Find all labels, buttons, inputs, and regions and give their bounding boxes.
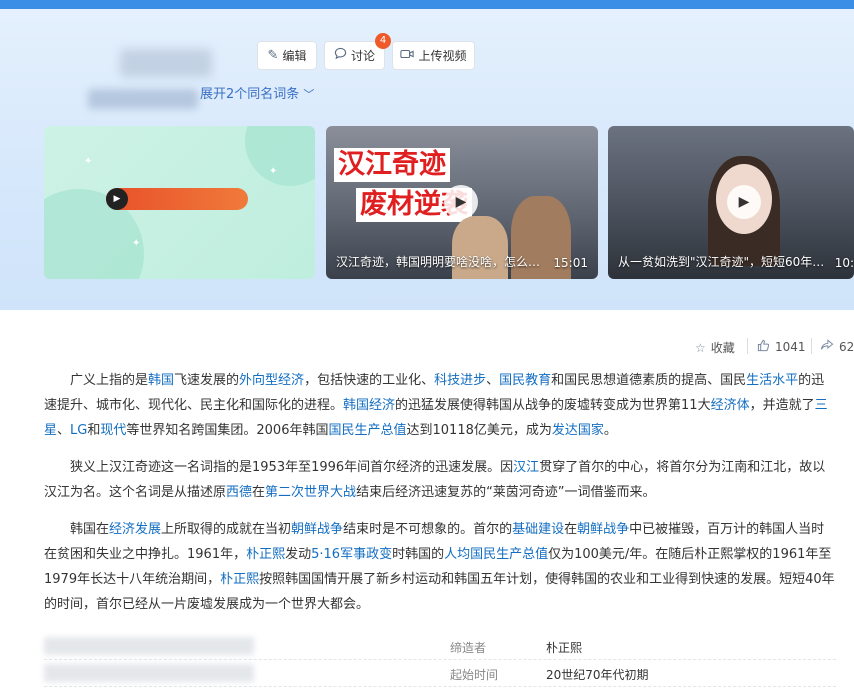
video-duration: 15:01	[553, 256, 588, 270]
inline-link[interactable]: 朝鲜战争	[291, 522, 343, 537]
expand-homonyms-label: 展开2个同名词条	[200, 87, 300, 102]
pencil-icon: ✎	[267, 48, 279, 63]
paragraph-text: 发动	[285, 547, 312, 562]
inline-link[interactable]: 生活水平	[746, 373, 798, 388]
paragraph-text: 和	[87, 423, 101, 438]
expand-homonyms-link[interactable]: 展开2个同名词条 ﹀	[200, 83, 314, 102]
paragraph-text: 和国民思想道德素质的提高、国民	[551, 373, 747, 388]
blurred-subtitle	[88, 89, 198, 109]
paragraph-text: 等世界知名跨国集团。2006年韩国	[126, 423, 329, 438]
inline-link[interactable]: 经济发展	[109, 522, 161, 537]
divider	[811, 338, 812, 354]
paragraph-text: 在	[252, 485, 266, 500]
inline-link[interactable]: 外向型经济	[239, 373, 304, 388]
video-card-1[interactable]: ✦ ✦ ✦ ▶	[44, 126, 315, 279]
discuss-label: 讨论	[350, 49, 375, 63]
paragraph-2: 狭义上汉江奇迹这一名词指的是1953年至1996年间首尔经济的迅速发展。因汉江贯…	[44, 455, 836, 505]
paragraph-text: 狭义上汉江奇迹这一名词指的是1953年至1996年间首尔经济的迅速发展。因	[70, 460, 514, 475]
inline-link[interactable]: 朴正熙	[246, 547, 285, 562]
play-icon: ▶	[727, 185, 761, 219]
info-value-link[interactable]: 朴正熙	[546, 639, 582, 656]
paragraph-text: 结束后经济迅速复苏的“莱茵河奇迹”一词借鉴而来。	[356, 485, 656, 500]
inline-link[interactable]: 国民生产总值	[328, 423, 406, 438]
inline-link[interactable]: 基础建设	[512, 522, 564, 537]
paragraph-text: 的迅猛发展使得韩国从战争的废墟转变成为世界第11大	[395, 398, 711, 413]
paragraph-1: 广义上指的是韩国飞速发展的外向型经济，包括快速的工业化、科技进步、国民教育和国民…	[44, 368, 836, 443]
share-icon	[820, 339, 834, 354]
discuss-count-badge: 4	[375, 33, 391, 49]
paragraph-text: 在	[564, 522, 578, 537]
inline-link[interactable]: 5·16军事政变	[311, 547, 392, 562]
inline-link[interactable]: 经济体	[711, 398, 750, 413]
like-button[interactable]: 1041	[757, 339, 806, 355]
inline-link[interactable]: 第二次世界大战	[265, 485, 356, 500]
inline-link[interactable]: 汉江	[513, 460, 539, 475]
play-icon: ▶	[106, 188, 128, 210]
blurred-cell	[44, 637, 254, 655]
blurred-cell	[44, 664, 254, 682]
inline-link[interactable]: 朴正熙	[220, 572, 259, 587]
paragraph-text: ，包括快速的工业化、	[304, 373, 435, 388]
sparkle-icon: ✦	[269, 166, 278, 177]
favorite-button[interactable]: ☆ 收藏	[695, 339, 735, 356]
video-caption: 从一贫如洗到"汉江奇迹"，短短60年…	[618, 255, 825, 269]
video-caption: 汉江奇迹，韩国明明要啥没啥，怎么…	[336, 255, 541, 269]
divider	[747, 338, 748, 354]
inline-link[interactable]: 现代	[100, 423, 126, 438]
chevron-down-icon: ﹀	[303, 88, 315, 101]
paragraph-text: 、	[486, 373, 500, 388]
inline-link[interactable]: LG	[70, 423, 87, 438]
paragraph-text: 上所取得的成就在当初	[161, 522, 292, 537]
top-accent-bar	[0, 0, 854, 9]
info-key: 缔造者	[450, 641, 487, 655]
paragraph-text: 韩国在	[70, 522, 110, 537]
blurred-title	[120, 49, 212, 77]
like-count: 1041	[775, 340, 806, 354]
video-duration: 10:	[834, 256, 854, 270]
paragraph-text: 结束时是不可想象的。首尔的	[343, 522, 513, 537]
edit-label: 编辑	[282, 49, 307, 63]
paragraph-text: 时韩国的	[392, 547, 445, 562]
share-count: 62	[839, 339, 854, 354]
thumbs-up-icon	[757, 339, 770, 355]
paragraph-text: ，并造就了	[749, 398, 815, 413]
inline-link[interactable]: 韩国经济	[343, 398, 395, 413]
decorative-blob	[245, 126, 315, 186]
play-icon: ▶	[444, 185, 478, 219]
paragraph-text: 广义上指的是	[70, 373, 149, 388]
video-card-3[interactable]: ▶ 从一贫如洗到"汉江奇迹"，短短60年… 10:	[608, 126, 854, 279]
paragraph-text: 。	[603, 423, 617, 438]
chat-bubble-icon	[334, 47, 347, 64]
sparkle-icon: ✦	[84, 156, 93, 167]
inline-link[interactable]: 韩国	[148, 373, 174, 388]
info-value: 20世纪70年代初期	[546, 668, 649, 682]
info-row: 缔造者 朴正熙	[44, 633, 836, 660]
paragraph-text: 、	[57, 423, 71, 438]
video-headline: 汉江奇迹	[334, 148, 450, 182]
share-button[interactable]: 62	[820, 339, 854, 354]
edit-button[interactable]: ✎ 编辑	[257, 41, 317, 70]
paragraph-3: 韩国在经济发展上所取得的成就在当初朝鲜战争结束时是不可想象的。首尔的基础建设在朝…	[44, 517, 836, 617]
info-key: 起始时间	[450, 668, 499, 682]
video-card-2[interactable]: 汉江奇迹 废材逆袭 ▶ 汉江奇迹，韩国明明要啥没啥，怎么… 15:01	[326, 126, 598, 279]
inline-link[interactable]: 朝鲜战争	[577, 522, 629, 537]
upload-video-button[interactable]: 上传视频	[392, 41, 475, 70]
upload-video-label: 上传视频	[418, 49, 467, 63]
paragraph-text: 飞速发展的	[174, 373, 240, 388]
sparkle-icon: ✦	[132, 238, 141, 249]
favorite-label: 收藏	[710, 341, 735, 355]
info-table: 缔造者 朴正熙 起始时间 20世纪70年代初期	[44, 633, 836, 687]
inline-link[interactable]: 发达国家	[552, 423, 604, 438]
paragraph-text: 达到10118亿美元，成为	[406, 423, 552, 438]
inline-link[interactable]: 西德	[226, 485, 252, 500]
inline-link[interactable]: 科技进步	[434, 373, 486, 388]
inline-link[interactable]: 人均国民生产总值	[444, 547, 548, 562]
inline-link[interactable]: 国民教育	[499, 373, 551, 388]
star-icon: ☆	[695, 340, 706, 355]
video-camera-icon	[400, 48, 415, 64]
info-row: 起始时间 20世纪70年代初期	[44, 660, 836, 687]
